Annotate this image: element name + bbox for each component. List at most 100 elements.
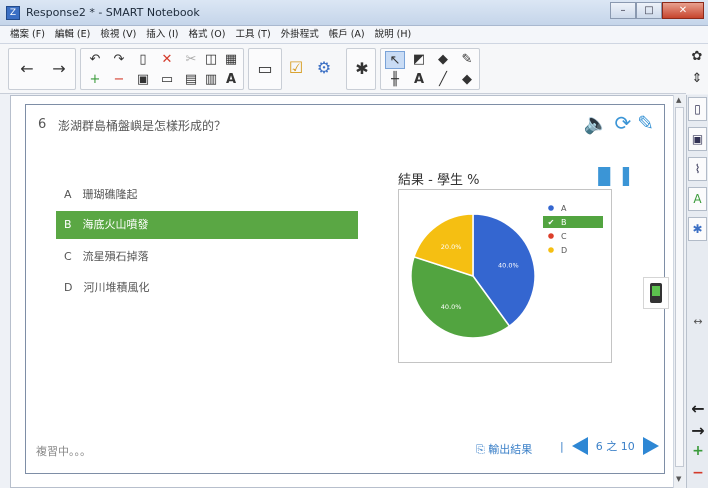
paste-icon[interactable]: ▯ xyxy=(133,51,153,69)
menu-view[interactable]: 檢視 (V) xyxy=(100,26,136,43)
properties-icon[interactable]: A xyxy=(688,187,707,211)
maximize-button[interactable]: □ xyxy=(636,2,662,19)
draw-group: ↖ ◩ ◆ ✎ ╫ A ╱ ◆ xyxy=(380,48,480,90)
option-b[interactable]: B 海底火山噴發 xyxy=(56,211,358,239)
forward-arrow-icon[interactable]: → xyxy=(47,49,71,89)
notebook-icon: Z xyxy=(6,6,20,20)
response-group: ☑ xyxy=(284,48,308,90)
workspace: 6 澎湖群島桶盤嶼是怎樣形成的？ 🔈 ⟳ ✎ A 珊瑚礁隆起 B 海底火山噴發 … xyxy=(10,95,680,488)
display-group: ▭ xyxy=(248,48,282,90)
minimize-button[interactable]: – xyxy=(610,2,636,19)
table-icon[interactable]: ▦ xyxy=(221,51,241,69)
add-page-icon[interactable]: + xyxy=(85,71,105,89)
fill-icon[interactable]: ◆ xyxy=(433,51,453,69)
toolbar-move-icon[interactable]: ⇕ xyxy=(687,70,707,88)
spellcheck-icon[interactable]: A xyxy=(221,71,241,89)
prev-page-icon[interactable] xyxy=(571,437,588,455)
scroll-up-icon[interactable]: ▲ xyxy=(676,96,681,104)
right-toolbar: ✿ ⇕ xyxy=(686,44,708,94)
gear-tool-icon[interactable]: ⚙ xyxy=(312,48,336,88)
gallery-icon[interactable]: ▣ xyxy=(688,127,707,151)
screen-capture-icon[interactable]: ◫ xyxy=(201,51,221,69)
sidebar: ▯ ▣ ⌇ A ✱ ↔ ← → + − xyxy=(686,95,708,488)
vertical-scrollbar[interactable]: ▲ ▼ xyxy=(673,95,685,488)
page-sorter-icon[interactable]: ▯ xyxy=(688,97,707,121)
settings-gear-icon[interactable]: ✿ xyxy=(687,48,707,66)
addon-group: ✱ xyxy=(346,48,376,90)
present-icon[interactable]: ▭ xyxy=(157,71,177,89)
results-chart: 40.0% 40.0% 20.0% A ✔ B C D xyxy=(398,189,612,363)
option-c[interactable]: C 流星殞石掉落 xyxy=(56,243,358,271)
tool-group: ⚙ xyxy=(312,48,338,90)
chart-title: 結果 - 學生 % xyxy=(398,173,480,188)
scroll-thumb[interactable] xyxy=(675,107,684,467)
phone-icon xyxy=(650,283,662,303)
menu-edit[interactable]: 編輯 (E) xyxy=(55,26,90,43)
export-icon: ⎘ xyxy=(476,443,489,456)
clipboard-icon[interactable]: ▥ xyxy=(201,71,221,89)
window-title: Response2 * - SMART Notebook xyxy=(26,6,200,19)
eraser-icon[interactable]: ◆ xyxy=(457,71,477,89)
cut-icon[interactable]: ✂ xyxy=(181,51,201,69)
next-page-arrow-icon[interactable]: → xyxy=(690,421,706,440)
bar-chart-icon[interactable]: ▐▌▐ xyxy=(592,167,629,186)
pie-chart: 40.0% 40.0% 20.0% A ✔ BCD xyxy=(410,204,603,339)
delete-icon[interactable]: ✕ xyxy=(157,51,177,69)
pencil-icon[interactable]: ✎ xyxy=(637,111,654,135)
nav-group: ← → xyxy=(8,48,76,90)
back-arrow-icon[interactable]: ← xyxy=(15,49,39,89)
legend-label-c: C xyxy=(561,232,567,241)
prev-page-arrow-icon[interactable]: ← xyxy=(690,399,706,418)
response-check-icon[interactable]: ☑ xyxy=(284,48,308,88)
menu-help[interactable]: 說明 (H) xyxy=(375,26,412,43)
menu-tools[interactable]: 工具 (T) xyxy=(235,26,270,43)
addons-icon[interactable]: ✱ xyxy=(688,217,707,241)
menu-account[interactable]: 帳戶 (A) xyxy=(329,26,365,43)
toolbar: ← → ↶ ↷ ▯ ✕ ✂ ◫ ▦ + − ▣ ▭ ▤ ▥ A ▭ ☑ ⚙ ✱ … xyxy=(0,44,708,94)
export-label: 輸出結果 xyxy=(488,443,533,456)
scroll-down-icon[interactable]: ▼ xyxy=(676,475,681,483)
attachment-icon[interactable]: ⌇ xyxy=(688,157,707,181)
add-page-side-icon[interactable]: + xyxy=(690,443,706,459)
menu-bar: 檔案 (F) 編輯 (E) 檢視 (V) 插入 (I) 格式 (O) 工具 (T… xyxy=(0,26,708,44)
slice-label-d: 20.0% xyxy=(441,243,462,251)
option-a[interactable]: A 珊瑚礁隆起 xyxy=(56,181,358,209)
magic-pen-icon[interactable]: ✎ xyxy=(457,51,477,69)
device-panel[interactable] xyxy=(643,277,669,309)
export-results-link[interactable]: ⎘ 輸出結果 xyxy=(476,441,532,457)
save-icon[interactable]: ▣ xyxy=(133,71,153,89)
redo-icon[interactable]: ↷ xyxy=(109,51,129,69)
addon-icon[interactable]: ✱ xyxy=(350,49,374,89)
next-page-icon[interactable] xyxy=(642,437,659,455)
legend-dot-c xyxy=(548,233,554,239)
shape-icon[interactable]: ◩ xyxy=(409,51,429,69)
measure-icon[interactable]: ╫ xyxy=(385,71,405,89)
legend-label-d: D xyxy=(561,246,567,255)
line-icon[interactable]: ╱ xyxy=(433,71,453,89)
delete-page-side-icon[interactable]: − xyxy=(690,465,706,481)
legend-label-a: A xyxy=(561,204,567,213)
menu-file[interactable]: 檔案 (F) xyxy=(10,26,45,43)
menu-insert[interactable]: 插入 (I) xyxy=(146,26,178,43)
option-d[interactable]: D 河川堆積風化 xyxy=(56,274,358,302)
resize-icon[interactable]: ↔ xyxy=(690,315,706,328)
question-number: 6 xyxy=(38,117,47,132)
status-text: 複習中。。。 xyxy=(36,445,91,458)
legend-check-icon: ✔ xyxy=(548,218,555,227)
menu-format[interactable]: 格式 (O) xyxy=(189,26,226,43)
select-pointer-icon[interactable]: ↖ xyxy=(385,51,405,69)
undo-icon[interactable]: ↶ xyxy=(85,51,105,69)
pager: | 6 之 10 xyxy=(560,437,659,455)
close-button[interactable]: ✕ xyxy=(662,2,704,19)
legend-label-b: B xyxy=(561,218,567,227)
remove-page-icon[interactable]: − xyxy=(109,71,129,89)
display-icon[interactable]: ▭ xyxy=(253,49,277,89)
slide-page: 6 澎湖群島桶盤嶼是怎樣形成的？ 🔈 ⟳ ✎ A 珊瑚礁隆起 B 海底火山噴發 … xyxy=(25,104,669,474)
menu-addons[interactable]: 外掛程式 xyxy=(281,26,319,43)
text-icon[interactable]: A xyxy=(409,71,429,89)
legend-dot-d xyxy=(548,247,554,253)
document-icon[interactable]: ▤ xyxy=(181,71,201,89)
slice-label-b: 40.0% xyxy=(441,303,462,311)
speaker-icon[interactable]: 🔈 xyxy=(584,111,609,135)
refresh-icon[interactable]: ⟳ xyxy=(614,111,631,135)
